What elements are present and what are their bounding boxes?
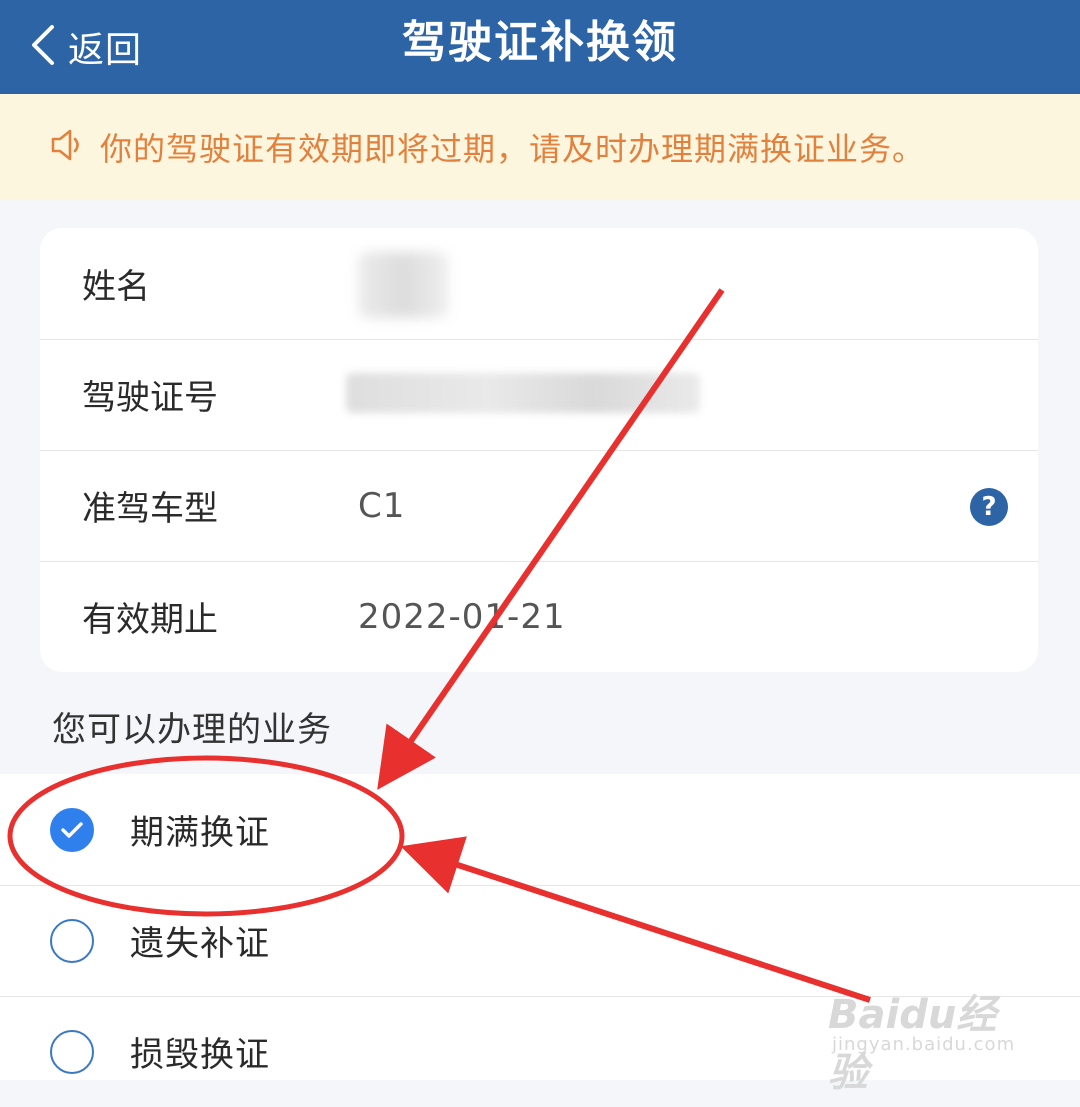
top-nav-bar: 返回 驾驶证补换领 [0, 0, 1080, 94]
info-label-name: 姓名 [82, 267, 150, 307]
option-renewal[interactable]: 期满换证 [0, 774, 1080, 886]
info-row-expiry: 有效期止 2022-01-21 [40, 561, 1038, 672]
notice-text: 你的驾驶证有效期即将过期，请及时办理期满换证业务。 [100, 130, 926, 168]
baidu-watermark: Baidu经验 jingyan.baidu.com [828, 962, 1028, 1096]
option-label: 损毁换证 [130, 1035, 270, 1075]
redacted-license-number [346, 373, 700, 413]
radio-checked-icon[interactable] [50, 807, 94, 852]
info-label-vehicle-class: 准驾车型 [82, 489, 218, 529]
page-title: 驾驶证补换领 [402, 17, 678, 68]
radio-unchecked-icon[interactable] [50, 918, 94, 963]
radio-unchecked-icon[interactable] [50, 1029, 94, 1074]
redacted-name [358, 252, 448, 318]
section-title: 您可以办理的业务 [52, 710, 332, 750]
info-row-license-number: 驾驶证号 [40, 339, 1038, 451]
info-value-expiry: 2022-01-21 [358, 596, 566, 637]
watermark-url: jingyan.baidu.com [832, 1034, 1016, 1055]
info-row-name: 姓名 [40, 228, 1038, 340]
expiry-notice-banner: 你的驾驶证有效期即将过期，请及时办理期满换证业务。 [0, 94, 1080, 200]
info-label-license-number: 驾驶证号 [82, 378, 218, 418]
info-row-vehicle-class: 准驾车型 C1 [40, 450, 1038, 562]
help-icon[interactable]: ? [970, 488, 1008, 526]
info-label-expiry: 有效期止 [82, 600, 218, 640]
option-label: 遗失补证 [130, 924, 270, 964]
info-value-vehicle-class: C1 [358, 485, 406, 526]
license-info-card: 姓名 驾驶证号 准驾车型 C1 有效期止 2022-01-21 [40, 228, 1038, 672]
speaker-icon [0, 125, 88, 169]
option-label: 期满换证 [130, 813, 270, 853]
